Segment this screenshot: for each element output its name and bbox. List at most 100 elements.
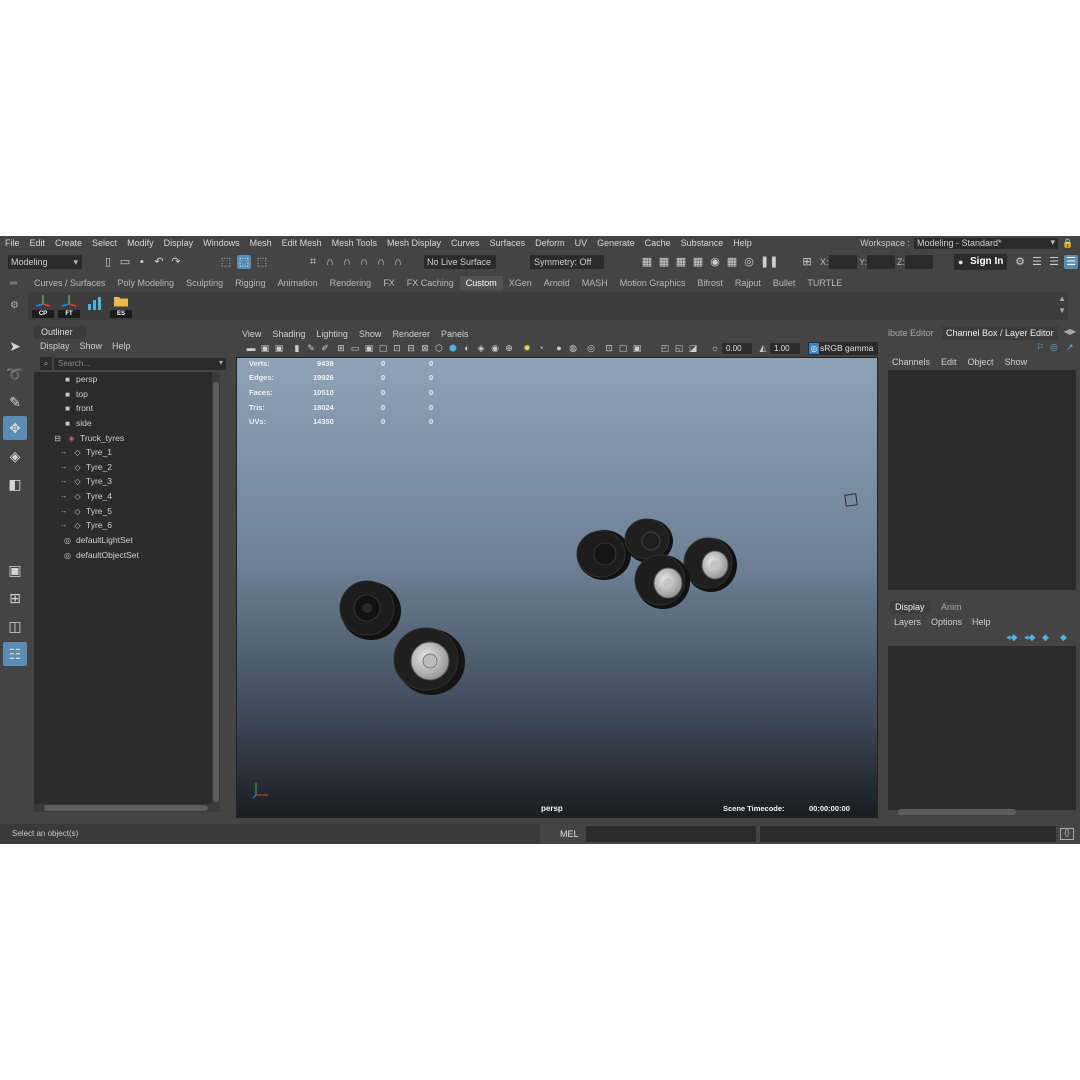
single-perspective-icon[interactable]: ▣ — [3, 558, 27, 582]
camera-attributes-icon[interactable]: ▣ — [260, 343, 270, 354]
channel-box-help-icon[interactable]: ↗ — [1066, 342, 1074, 353]
tab-rajput[interactable]: Rajput — [729, 276, 767, 290]
tab-bifrost[interactable]: Bifrost — [691, 276, 729, 290]
channel-menu-object[interactable]: Object — [968, 356, 994, 368]
gamma-field[interactable]: 1.00 — [770, 343, 800, 354]
2d-pan-zoom-icon[interactable]: ✎ — [306, 343, 316, 354]
save-scene-icon[interactable]: ▪ — [135, 255, 149, 269]
new-layer-icon[interactable]: ◆ — [1042, 632, 1049, 643]
toolkit-icon[interactable]: ⚙ — [1013, 255, 1027, 269]
list-item[interactable]: ·- ◇ Tyre_5 — [58, 504, 112, 518]
modeling-toolkit-icon[interactable]: ☰ — [1030, 255, 1044, 269]
menu-edit[interactable]: Edit — [25, 238, 51, 248]
list-item[interactable]: ◎ defaultLightSet — [62, 533, 133, 547]
tab-poly-modeling[interactable]: Poly Modeling — [112, 276, 181, 290]
safe-action-icon[interactable]: ⊟ — [406, 343, 416, 354]
outliner-menu-help[interactable]: Help — [112, 340, 131, 353]
snap-view-icon[interactable]: ∩ — [357, 255, 371, 269]
menu-set-dropdown[interactable]: Modeling — [8, 255, 82, 269]
list-item[interactable]: ·- ◇ Tyre_4 — [58, 489, 112, 503]
tyre-mesh[interactable] — [393, 627, 465, 695]
xray-icon[interactable]: ▢ — [618, 343, 628, 354]
move-layer-down-icon[interactable]: ◂◆ — [1024, 632, 1035, 643]
pause-icon[interactable]: ❚❚ — [760, 255, 778, 269]
channel-box-toggle-icon[interactable]: ☰ — [1064, 255, 1078, 269]
menu-create[interactable]: Create — [50, 238, 87, 248]
xray-active-icon[interactable]: ◰ — [660, 343, 670, 354]
redo-icon[interactable]: ↷ — [169, 255, 183, 269]
tab-channel-box[interactable]: Channel Box / Layer Editor — [942, 326, 1058, 340]
viewport-menu-shading[interactable]: Shading — [272, 328, 305, 341]
snap-pivot-icon[interactable]: ∩ — [391, 255, 405, 269]
paint-select-tool-icon[interactable]: ✎ — [3, 390, 27, 414]
shelf-scroll-down-icon[interactable]: ▼ — [1058, 306, 1066, 315]
select-camera-icon[interactable]: ▬ — [246, 343, 256, 354]
menu-deform[interactable]: Deform — [530, 238, 570, 248]
layer-menu-options[interactable]: Options — [931, 616, 962, 628]
new-layer-selected-icon[interactable]: ◆ — [1060, 632, 1067, 643]
gamma-icon[interactable]: ◭ — [758, 343, 768, 354]
shelf-gear-icon[interactable]: ⚙ — [10, 300, 19, 311]
list-item[interactable]: ◎ defaultObjectSet — [62, 548, 139, 562]
outliner-horizontal-scrollbar[interactable] — [34, 804, 220, 812]
tab-sculpting[interactable]: Sculpting — [180, 276, 229, 290]
snap-grid-icon[interactable]: ⌗ — [306, 255, 320, 269]
xray-joints-icon[interactable]: ▣ — [632, 343, 642, 354]
search-icon[interactable]: ⌕ — [40, 357, 52, 370]
tyre-mesh[interactable] — [683, 537, 737, 592]
channel-box-icon[interactable]: ⚐ — [1036, 342, 1044, 353]
field-chart-icon[interactable]: ⊡ — [392, 343, 402, 354]
channel-menu-edit[interactable]: Edit — [941, 356, 957, 368]
tyre-mesh[interactable] — [634, 554, 690, 609]
menu-display[interactable]: Display — [159, 238, 199, 248]
menu-cache[interactable]: Cache — [640, 238, 676, 248]
tab-fx[interactable]: FX — [377, 276, 401, 290]
scroll-thumb[interactable] — [44, 805, 208, 811]
viewport-menu-renderer[interactable]: Renderer — [392, 328, 430, 341]
hypershade-icon[interactable]: ▦ — [725, 255, 739, 269]
four-view-icon[interactable]: ⊞ — [3, 586, 27, 610]
list-item[interactable]: ·- ◇ Tyre_6 — [58, 518, 112, 532]
x-field[interactable] — [829, 255, 857, 269]
tab-arnold[interactable]: Arnold — [538, 276, 576, 290]
color-space-dropdown[interactable]: ◎ sRGB gamma — [808, 342, 878, 355]
layer-list[interactable] — [888, 646, 1076, 810]
isolate-select-icon[interactable]: ⊡ — [604, 343, 614, 354]
select-tool-icon[interactable]: ➤ — [3, 334, 27, 358]
tyre-mesh[interactable] — [339, 580, 401, 640]
shelf-button-cp[interactable]: CP — [32, 294, 54, 318]
outliner-search-input[interactable]: Search... — [54, 357, 226, 370]
render-settings-icon[interactable]: ◉ — [708, 255, 722, 269]
menu-mesh-tools[interactable]: Mesh Tools — [327, 238, 382, 248]
lights-icon[interactable]: ✹ — [522, 343, 532, 354]
multisample-aa-icon[interactable]: ◍ — [568, 343, 578, 354]
symmetry-dropdown[interactable]: Symmetry: Off — [530, 255, 604, 269]
image-plane-icon[interactable]: ▮ — [292, 343, 302, 354]
snap-curve-icon[interactable]: ∩ — [323, 255, 337, 269]
tab-rendering[interactable]: Rendering — [324, 276, 378, 290]
list-item[interactable]: ⊟ ◈ Truck_tyres — [52, 431, 124, 445]
channel-box-settings-icon[interactable]: ◎ — [1050, 342, 1058, 353]
tab-attribute-editor[interactable]: ibute Editor — [884, 326, 938, 340]
tyre-mesh[interactable] — [576, 530, 631, 580]
transform-constraint-icon[interactable]: ⊞ — [800, 255, 814, 269]
shadows-icon[interactable]: ⊕ — [504, 343, 514, 354]
mel-toggle-button[interactable]: MEL — [546, 826, 586, 842]
menu-select[interactable]: Select — [87, 238, 122, 248]
z-field[interactable] — [905, 255, 933, 269]
menu-edit-mesh[interactable]: Edit Mesh — [277, 238, 327, 248]
ipr-render-icon[interactable]: ▦ — [691, 255, 705, 269]
gate-mask-icon[interactable]: ▢ — [378, 343, 388, 354]
menu-file[interactable]: File — [0, 238, 25, 248]
new-scene-icon[interactable]: ▯ — [101, 255, 115, 269]
move-tool-icon[interactable]: ✥ — [3, 416, 27, 440]
perspective-viewport[interactable]: Verts: 9438 0 0 Edges: 19926 0 0 Faces: 10510 0 0… — [236, 357, 878, 818]
sign-in-button[interactable]: Sign In — [954, 254, 1008, 270]
open-scene-icon[interactable]: ▭ — [118, 255, 132, 269]
channel-menu-channels[interactable]: Channels — [892, 356, 930, 368]
film-gate-icon[interactable]: ▭ — [350, 343, 360, 354]
smooth-shade-icon[interactable]: ⬢ — [448, 343, 458, 354]
scroll-thumb[interactable] — [898, 809, 1016, 815]
select-by-object-icon[interactable]: ⬚ — [237, 255, 251, 269]
channel-box[interactable] — [888, 370, 1076, 590]
